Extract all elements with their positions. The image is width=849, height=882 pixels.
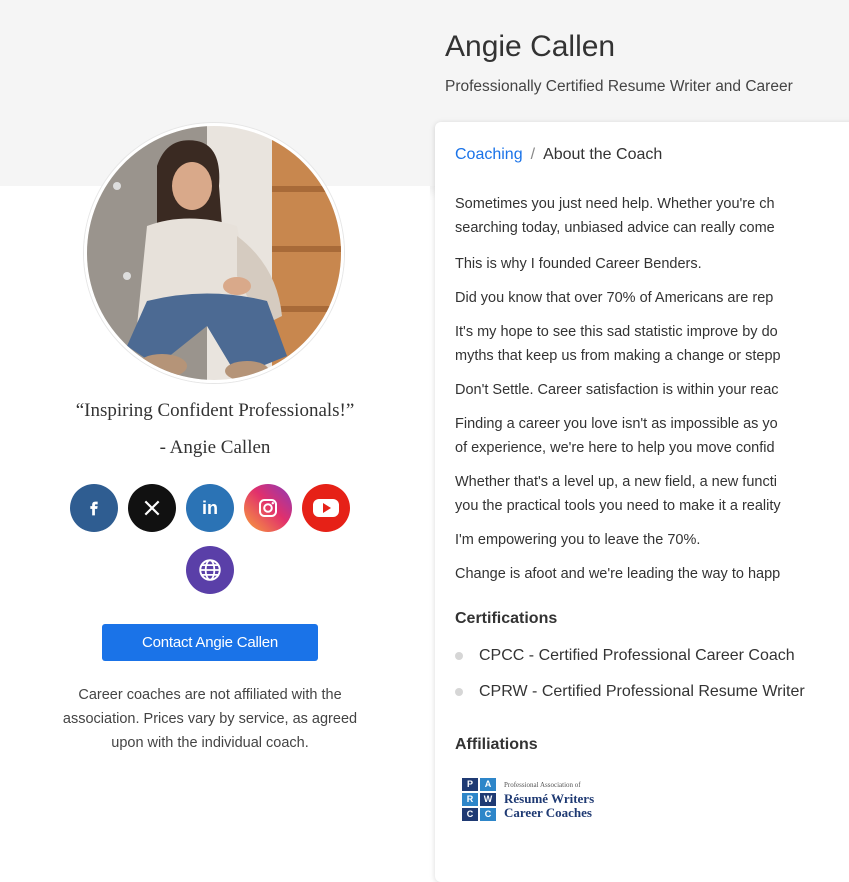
facebook-icon[interactable] [70,484,118,532]
about-line: This is why I founded Career Benders. [455,256,702,272]
bullet-icon [455,688,463,696]
logo-line: Résumé Writers [504,791,595,806]
about-coach-card: Coaching / About the Coach Sometimes you j… [435,122,849,882]
coach-title: Professionally Certified Resume Writer a… [445,78,793,95]
about-line: Don't Settle. Career satisfaction is wit… [455,382,779,398]
disclaimer-line: association. Prices vary by service, as … [62,711,358,727]
certification-text: - Certified Professional Resume Writer [527,683,805,700]
affiliations-heading: Affiliations [455,736,538,753]
parwcc-logo: P A R W C C Professional Association of … [462,770,622,828]
about-line: of experience, we're here to help you mo… [455,440,775,456]
about-line: Did you know that over 70% of Americans … [455,290,774,306]
certification-item: CPCC - Certified Professional Career Coa… [455,647,795,665]
certification-code: CPCC [479,647,525,664]
breadcrumb-separator: / [530,146,536,163]
instagram-icon[interactable] [244,484,292,532]
about-line: I'm empowering you to leave the 70%. [455,532,701,548]
contact-coach-button[interactable]: Contact Angie Callen [102,624,318,661]
certification-item: CPRW - Certified Professional Resume Wri… [455,683,805,701]
coach-photo [87,126,341,380]
disclaimer-line: Career coaches are not affiliated with t… [78,687,342,703]
about-line: Change is afoot and we're leading the wa… [455,566,781,582]
about-line: searching today, unbiased advice can rea… [455,220,775,236]
logo-letter: C [480,807,496,821]
x-icon[interactable] [128,484,176,532]
certifications-heading: Certifications [455,610,558,627]
coach-name: Angie Callen [445,30,616,63]
certification-text: - Certified Professional Career Coach [524,647,795,664]
bullet-icon [455,652,463,660]
logo-letter: A [480,777,496,791]
about-line: Finding a career you love isn't as impos… [455,416,778,432]
about-line: you the practical tools you need to make… [455,498,781,514]
logo-line: Professional Association of [504,781,581,789]
logo-letter: W [480,792,496,806]
affiliation-disclaimer: Career coaches are not affiliated with t… [40,683,380,755]
about-line: myths that keep us from making a change … [455,348,781,364]
certification-code: CPRW [479,683,528,700]
website-icon[interactable] [186,546,234,594]
breadcrumb-current: About the Coach [543,146,663,163]
logo-mark: P A R W C C [462,777,496,821]
about-line: Whether that's a level up, a new field, … [455,474,777,490]
youtube-icon[interactable] [302,484,350,532]
logo-line: Career Coaches [504,805,592,820]
logo-letter: P [462,777,478,791]
logo-wordmark: Professional Association of Résumé Write… [504,778,594,820]
breadcrumb: Coaching / About the Coach [455,146,662,164]
linkedin-icon[interactable]: in [186,484,234,532]
breadcrumb-link-coaching[interactable]: Coaching [455,146,523,163]
about-line: Sometimes you just need help. Whether yo… [455,196,775,212]
about-line: It's my hope to see this sad statistic i… [455,324,778,340]
logo-letter: C [462,807,478,821]
coach-quote: “Inspiring Confident Professionals!” [75,400,355,421]
logo-letter: R [462,792,478,806]
coach-avatar [84,123,344,383]
disclaimer-line: upon with the individual coach. [111,735,309,751]
quote-attribution: - Angie Callen [159,437,271,458]
